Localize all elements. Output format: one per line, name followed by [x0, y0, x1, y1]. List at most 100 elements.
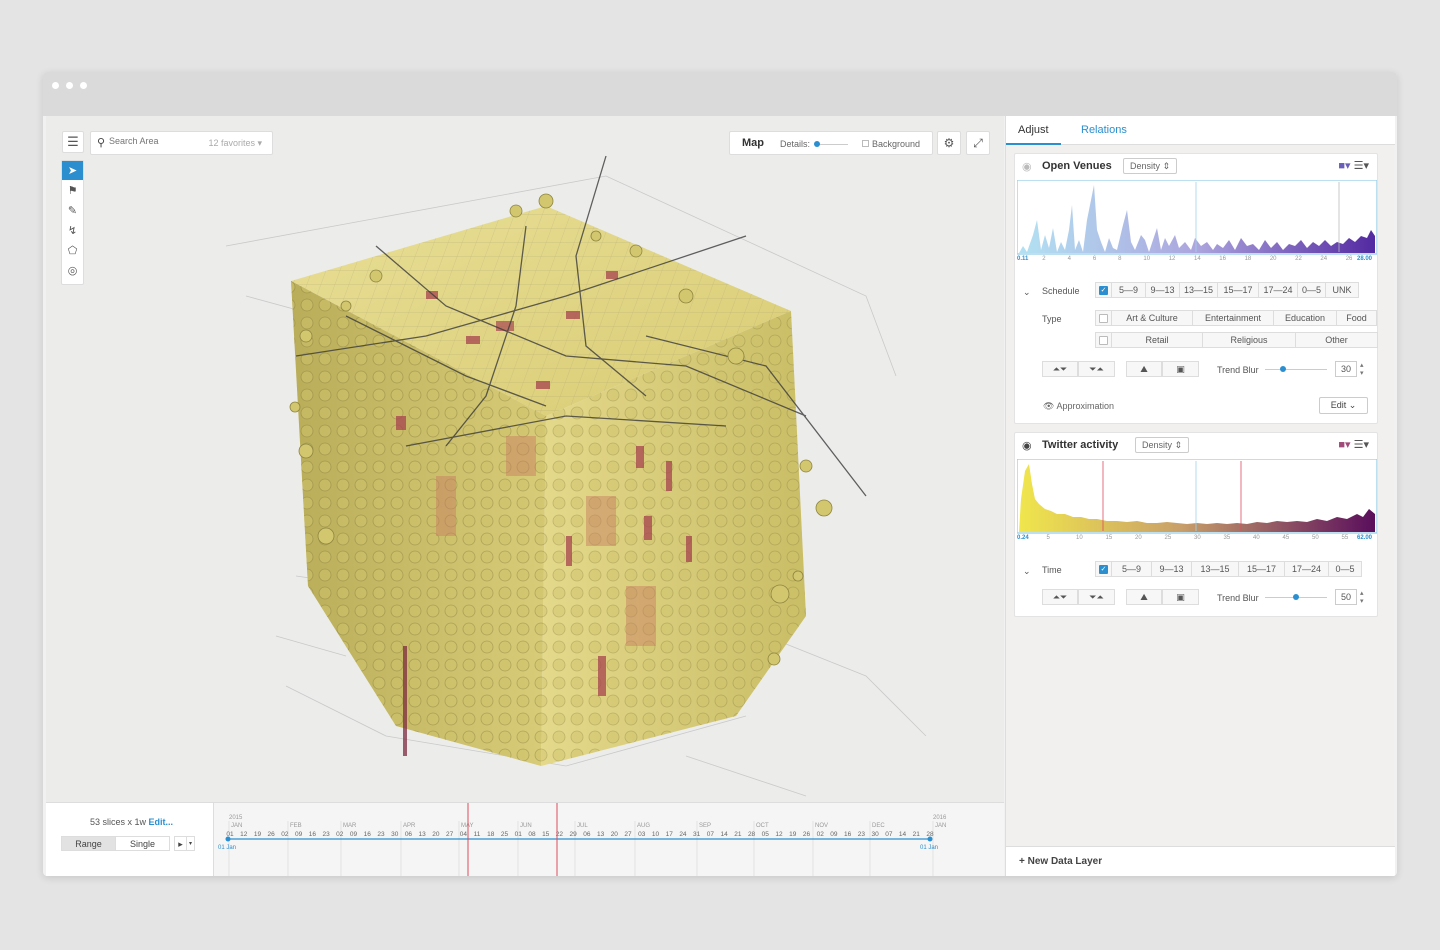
type-all-checkbox[interactable] [1095, 310, 1112, 326]
color-scheme-icon[interactable]: ■▾ [1338, 439, 1350, 451]
stepper-icon[interactable]: ▴ ▾ [1360, 361, 1364, 377]
approximation-toggle[interactable]: 👁 Approximation [1043, 401, 1114, 412]
time-option[interactable]: 0—5 [1328, 561, 1362, 577]
new-data-layer-button[interactable]: + New Data Layer [1019, 856, 1102, 867]
trend-blur-knob[interactable] [1280, 366, 1286, 372]
day-label: 02 [336, 831, 344, 838]
smooth-down-icon[interactable]: ⏷⏶ [1078, 589, 1115, 605]
day-label: 27 [446, 831, 454, 838]
play-dropdown-icon[interactable]: ▾ [186, 836, 195, 851]
compass-icon[interactable]: ◎ [62, 261, 83, 280]
expand-icon[interactable]: ⤢ [966, 131, 990, 155]
smooth-down-icon[interactable]: ⏷⏶ [1078, 361, 1115, 377]
single-button[interactable]: Single [115, 836, 170, 851]
month-label: JUL [577, 823, 588, 829]
day-label: 19 [789, 831, 797, 838]
details-slider-knob[interactable] [814, 141, 820, 147]
layer-menu-icon[interactable]: ☰▾ [1354, 160, 1369, 172]
slices-edit-link[interactable]: Edit... [149, 817, 174, 827]
type-option[interactable]: Art & Culture [1111, 310, 1193, 326]
schedule-option[interactable]: 15—17 [1217, 282, 1259, 298]
path-icon[interactable]: ↯ [62, 221, 83, 240]
trend-blur-knob[interactable] [1293, 594, 1299, 600]
schedule-option[interactable]: 0—5 [1297, 282, 1326, 298]
month-label: AUG [637, 823, 650, 829]
mode-select[interactable]: Density ⇕ [1123, 158, 1178, 174]
type-option[interactable]: Retail [1111, 332, 1203, 348]
map-viewport[interactable]: ☰ ⚲ 12 favorites ▾ ➤ ⚑ ✎ ↯ ⬠ ◎ Map Detai… [46, 116, 1004, 802]
day-label: 07 [885, 831, 893, 838]
mountain-icon[interactable]: ⛰ [1126, 589, 1162, 605]
type-row2-checkbox[interactable] [1095, 332, 1112, 348]
time-option[interactable]: 5—9 [1111, 561, 1152, 577]
background-checkbox[interactable] [862, 140, 869, 147]
globe-settings-icon[interactable]: ⚙ [937, 131, 961, 155]
type-option[interactable]: Entertainment [1192, 310, 1274, 326]
time-option[interactable]: 9—13 [1151, 561, 1192, 577]
range-end-handle[interactable] [927, 836, 933, 842]
brush-icon[interactable]: ✎ [62, 201, 83, 220]
day-label: 15 [542, 831, 550, 838]
schedule-option[interactable]: 13—15 [1179, 282, 1218, 298]
trend-blur-track[interactable] [1265, 369, 1327, 370]
collapse-schedule-icon[interactable]: ⌄ [1023, 287, 1031, 298]
day-label: 10 [652, 831, 660, 838]
time-option[interactable]: 17—24 [1284, 561, 1329, 577]
type-option[interactable]: Education [1273, 310, 1337, 326]
hamburger-icon[interactable]: ☰ [62, 131, 84, 153]
layer-card-twitter-activity: ◉ Twitter activity Density ⇕ ■▾ ☰▾ 0.24 5 [1014, 432, 1378, 617]
month-label: APR [403, 823, 416, 829]
smooth-up-icon[interactable]: ⏶⏷ [1042, 589, 1078, 605]
day-label: 05 [762, 831, 770, 838]
layer-menu-icon[interactable]: ☰▾ [1354, 439, 1369, 451]
time-option[interactable]: 13—15 [1191, 561, 1239, 577]
tab-relations[interactable]: Relations [1081, 124, 1127, 136]
type-option[interactable]: Food [1336, 310, 1377, 326]
mountain-icon[interactable]: ⛰ [1126, 361, 1162, 377]
time-all-checkbox[interactable]: ✓ [1095, 561, 1112, 577]
type-option[interactable]: Religious [1202, 332, 1296, 348]
window-dot[interactable] [52, 82, 59, 89]
collapse-time-icon[interactable]: ⌄ [1023, 566, 1031, 577]
trend-blur-input[interactable]: 50 [1335, 589, 1357, 605]
type-option[interactable]: Other [1295, 332, 1378, 348]
search-input[interactable] [109, 136, 205, 146]
approximation-edit-button[interactable]: Edit ⌄ [1319, 397, 1368, 414]
window-dot[interactable] [80, 82, 87, 89]
histogram-open-venues[interactable] [1017, 180, 1377, 262]
time-label: Time [1042, 565, 1062, 575]
image-icon[interactable]: ▣ [1162, 589, 1199, 605]
polygon-icon[interactable]: ⬠ [62, 241, 83, 260]
image-icon[interactable]: ▣ [1162, 361, 1199, 377]
histogram-twitter-activity[interactable] [1017, 459, 1377, 541]
schedule-option[interactable]: 9—13 [1145, 282, 1180, 298]
mode-select[interactable]: Density ⇕ [1135, 437, 1190, 453]
flag-icon[interactable]: ⚑ [62, 181, 83, 200]
search-area[interactable]: ⚲ 12 favorites ▾ [90, 131, 273, 155]
color-scheme-icon[interactable]: ■▾ [1338, 160, 1350, 172]
month-label: JAN [231, 823, 242, 829]
smooth-up-icon[interactable]: ⏶⏷ [1042, 361, 1078, 377]
trend-blur-input[interactable]: 30 [1335, 361, 1357, 377]
schedule-option[interactable]: 17—24 [1258, 282, 1298, 298]
schedule-option[interactable]: UNK [1325, 282, 1359, 298]
schedule-option[interactable]: 5—9 [1111, 282, 1146, 298]
range-start-handle[interactable] [225, 836, 231, 842]
space-time-cube-render[interactable] [46, 116, 1004, 802]
day-label: 20 [432, 831, 440, 838]
range-button[interactable]: Range [61, 836, 116, 851]
mode-toggle: Range Single [61, 836, 170, 851]
time-option[interactable]: 15—17 [1238, 561, 1285, 577]
favorites-dropdown[interactable]: 12 favorites ▾ [208, 138, 262, 149]
window-dot[interactable] [66, 82, 73, 89]
eye-icon[interactable]: ◉ [1022, 160, 1032, 173]
search-icon: ⚲ [97, 137, 106, 149]
details-slider-track[interactable] [816, 144, 848, 145]
stepper-icon[interactable]: ▴ ▾ [1360, 589, 1364, 605]
eye-icon[interactable]: ◉ [1022, 439, 1032, 452]
tab-adjust[interactable]: Adjust [1018, 124, 1049, 136]
map-mode-button[interactable]: Map [742, 137, 764, 149]
timeline-axis[interactable]: 2015 2016 JAN FEB MAR APR MAY JUN JUL AUG SEP OCT… [214, 803, 1004, 876]
cursor-icon[interactable]: ➤ [62, 161, 83, 180]
schedule-all-checkbox[interactable]: ✓ [1095, 282, 1112, 298]
